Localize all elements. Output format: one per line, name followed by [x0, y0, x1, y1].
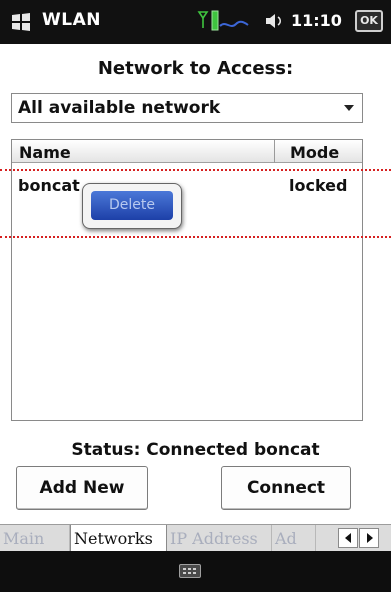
network-mode: locked: [289, 176, 348, 195]
network-filter-value: All available network: [18, 98, 221, 118]
ok-button[interactable]: OK: [355, 10, 383, 32]
clock[interactable]: 11:10: [291, 11, 342, 30]
column-header-name[interactable]: Name: [19, 143, 71, 162]
guide-line-bottom: [0, 236, 391, 238]
chevron-down-icon: [344, 105, 354, 111]
tab-advanced[interactable]: Ad: [272, 525, 316, 551]
network-name: boncat: [18, 176, 80, 195]
add-new-button[interactable]: Add New: [16, 466, 148, 510]
soft-key-bar: [0, 551, 391, 592]
title-bar: WLAN 11:10 OK: [0, 0, 391, 44]
connect-button[interactable]: Connect: [221, 466, 351, 510]
tab-scroll-left-button[interactable]: [338, 528, 358, 548]
list-item[interactable]: boncat locked: [12, 173, 362, 197]
connection-status: Status: Connected boncat: [71, 440, 320, 460]
network-list[interactable]: Name Mode boncat locked: [11, 139, 363, 421]
tab-networks[interactable]: Networks: [70, 525, 167, 551]
arrow-left-icon: [345, 533, 351, 543]
guide-line-top: [0, 169, 391, 171]
tab-main[interactable]: Main: [0, 525, 70, 551]
signal-strength-icon[interactable]: [196, 8, 260, 38]
network-filter-dropdown[interactable]: All available network: [11, 93, 363, 123]
context-menu: Delete: [82, 183, 182, 229]
tab-scroll-right-button[interactable]: [359, 528, 379, 548]
app-title: WLAN: [42, 10, 101, 30]
list-header: Name Mode: [12, 140, 362, 163]
tab-bar: Main Networks IP Address Ad: [0, 524, 391, 551]
arrow-right-icon: [367, 533, 373, 543]
column-header-mode[interactable]: Mode: [290, 143, 339, 162]
column-divider[interactable]: [274, 140, 275, 163]
delete-menu-item[interactable]: Delete: [91, 191, 173, 220]
page-heading: Network to Access:: [97, 58, 294, 79]
windows-logo-icon[interactable]: [10, 11, 32, 33]
tab-ip-address[interactable]: IP Address: [167, 525, 272, 551]
volume-icon[interactable]: [264, 11, 288, 35]
keyboard-icon[interactable]: [179, 564, 201, 578]
